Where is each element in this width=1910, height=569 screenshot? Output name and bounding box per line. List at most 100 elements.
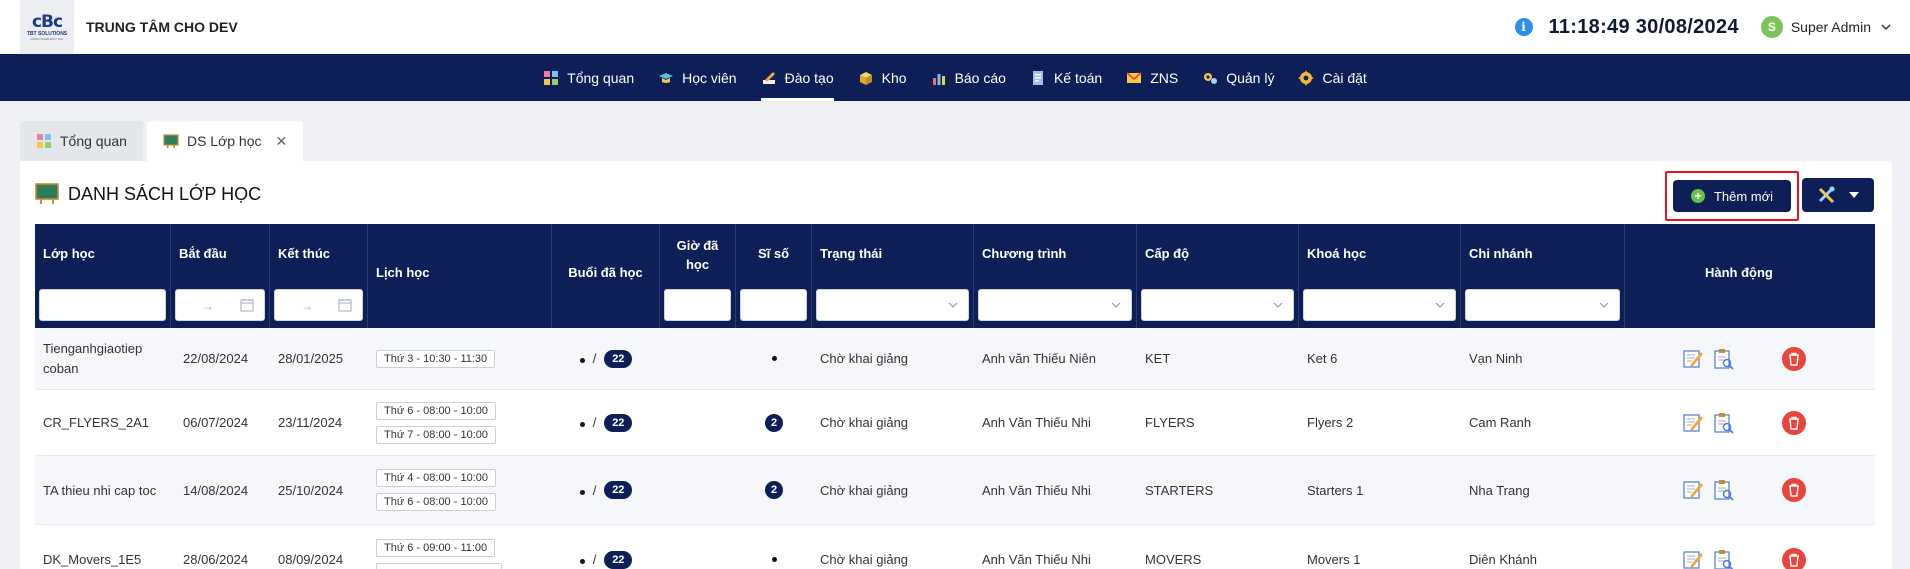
nav-label: Tổng quan: [567, 69, 635, 86]
nav-item-tong-quan[interactable]: Tổng quan: [531, 54, 646, 101]
empty-dot: [579, 489, 585, 495]
user-name[interactable]: Super Admin: [1791, 19, 1871, 35]
cell-hours: [660, 525, 736, 569]
sessions-done: [579, 351, 585, 366]
th-hanh-dong: Hành động: [1625, 224, 1875, 328]
filter-chuong-trinh-select[interactable]: [978, 289, 1132, 321]
th-cap-do: Cấp độ: [1137, 224, 1299, 328]
tab-tong-quan[interactable]: Tổng quan: [20, 121, 143, 161]
empty-dot: [579, 422, 585, 427]
filter-trang-thai-select[interactable]: [816, 289, 969, 321]
cell-status: Chờ khai giảng: [820, 482, 909, 498]
cell-program: Anh văn Thiếu Niên: [982, 351, 1096, 366]
clipboard-search-icon[interactable]: [1712, 549, 1734, 569]
nav-item-ke-toan[interactable]: Kế toán: [1018, 54, 1114, 101]
nav-label: Kế toán: [1053, 69, 1103, 86]
cell-schedule: Thứ 6 - 08:00 - 10:00 Thứ 7 - 08:00 - 10…: [368, 390, 552, 455]
sessions-done: [579, 415, 585, 430]
sessions-total-badge: 22: [604, 413, 633, 432]
caret-down-icon: [1849, 192, 1859, 198]
tab-bar: Tổng quan DS Lớp học ✕: [20, 121, 307, 161]
nav-item-dao-tao[interactable]: Đào tạo: [749, 54, 846, 101]
nav-item-zns[interactable]: ZNS: [1114, 54, 1190, 101]
pencil-book-icon: [762, 71, 775, 84]
cell-status: Chờ khai giảng: [820, 415, 909, 430]
chevron-down-icon[interactable]: [1880, 21, 1892, 33]
cell-class-name[interactable]: DK_Movers_1E5: [35, 525, 171, 569]
nav-item-quan-ly[interactable]: Quản lý: [1190, 54, 1286, 101]
cell-class-name[interactable]: Tienganhgiaotiep coban: [35, 328, 171, 389]
table-row[interactable]: DK_Movers_1E5 28/06/2024 08/09/2024 Thứ …: [35, 525, 1875, 569]
th-label: Bắt đầu: [179, 246, 227, 261]
th-label: Sĩ số: [757, 246, 790, 261]
cell-size: [736, 525, 812, 569]
chevron-down-icon: [1273, 302, 1283, 308]
page-title: DANH SÁCH LỚP HỌC: [35, 183, 261, 205]
gear-people-icon: [1204, 72, 1218, 84]
table-row[interactable]: Tienganhgiaotiep coban 22/08/2024 28/01/…: [35, 328, 1875, 390]
tab-label: DS Lớp học: [186, 133, 262, 149]
info-icon[interactable]: i: [1514, 18, 1533, 36]
box-icon: [859, 71, 872, 85]
tools-dropdown-button[interactable]: [1802, 178, 1874, 212]
filter-bat-dau-range[interactable]: →: [175, 289, 265, 321]
nav-label: ZNS: [1150, 69, 1179, 86]
plus-circle-icon: +: [1690, 189, 1705, 203]
cell-class-name[interactable]: TA thieu nhi cap toc: [35, 456, 171, 524]
th-khoa-hoc: Khoá học: [1299, 224, 1461, 328]
close-icon[interactable]: ✕: [276, 133, 288, 150]
logo[interactable]: cBc TBT SOLUTIONS CÔNG NGHỆ ĐÀO TẠO: [20, 0, 74, 54]
nav-item-kho[interactable]: Kho: [846, 54, 919, 101]
schedule-tag: Thứ 4 - 08:00 - 10:00: [376, 469, 496, 487]
cell-sessions: / 22: [552, 456, 660, 524]
cell-level: MOVERS: [1145, 552, 1202, 567]
delete-button[interactable]: [1782, 547, 1806, 569]
edit-icon[interactable]: [1682, 412, 1704, 434]
cell-size: 2: [736, 390, 812, 455]
filter-lop-hoc-input[interactable]: [39, 289, 166, 321]
add-new-button[interactable]: + Thêm mới: [1673, 180, 1791, 212]
table-header: Lớp học Bắt đầu → Kết thúc → Lịch học Bu…: [35, 224, 1875, 328]
cell-branch: Vạn Ninh: [1469, 351, 1523, 366]
filter-cap-do-select[interactable]: [1141, 289, 1294, 321]
cell-branch: Nha Trang: [1469, 482, 1530, 498]
chalkboard-icon: [35, 183, 59, 204]
cell-class-name[interactable]: CR_FLYERS_2A1: [35, 390, 171, 455]
class-table: Lớp học Bắt đầu → Kết thúc → Lịch học Bu…: [35, 224, 1875, 569]
edit-icon[interactable]: [1682, 348, 1704, 370]
th-label: Buổi đã học: [568, 265, 643, 280]
nav-item-cai-dat[interactable]: Cài đặt: [1286, 54, 1378, 101]
filter-gio-da-hoc-input[interactable]: [664, 289, 731, 321]
filter-si-so-input[interactable]: [740, 289, 807, 321]
delete-button[interactable]: [1782, 410, 1806, 435]
cell-sessions: / 22: [552, 328, 660, 389]
chevron-down-icon: [1435, 302, 1445, 308]
sessions-total-badge: 22: [604, 481, 633, 499]
calendar-icon: [240, 299, 254, 312]
trash-icon: [1789, 553, 1799, 567]
avatar[interactable]: S: [1760, 16, 1783, 38]
cell-start: 06/07/2024: [183, 415, 249, 430]
schedule-tag: Thứ 7 - 08:00 - 10:00: [376, 425, 496, 444]
tab-ds-lop-hoc[interactable]: DS Lớp học ✕: [146, 121, 304, 161]
edit-icon[interactable]: [1682, 479, 1704, 501]
table-row[interactable]: CR_FLYERS_2A1 06/07/2024 23/11/2024 Thứ …: [35, 390, 1875, 456]
clipboard-search-icon[interactable]: [1712, 412, 1734, 434]
delete-button[interactable]: [1782, 478, 1806, 502]
edit-icon[interactable]: [1682, 549, 1704, 569]
cell-level: STARTERS: [1145, 482, 1214, 498]
filter-chi-nhanh-select[interactable]: [1465, 289, 1620, 321]
cell-program: Anh Văn Thiếu Nhi: [982, 415, 1091, 430]
clipboard-search-icon[interactable]: [1712, 348, 1734, 370]
th-label: Kết thúc: [278, 246, 330, 261]
nav-item-bao-cao[interactable]: Báo cáo: [919, 54, 1018, 101]
table-row[interactable]: TA thieu nhi cap toc 14/08/2024 25/10/20…: [35, 456, 1875, 525]
filter-ket-thuc-range[interactable]: →: [274, 289, 363, 321]
empty-dot: [771, 356, 777, 361]
nav-item-hoc-vien[interactable]: Học viên: [646, 54, 748, 101]
th-chi-nhanh: Chi nhánh: [1461, 224, 1625, 328]
delete-button[interactable]: [1782, 346, 1806, 371]
filter-khoa-hoc-select[interactable]: [1303, 289, 1456, 321]
cell-status: Chờ khai giảng: [820, 351, 909, 366]
clipboard-search-icon[interactable]: [1712, 479, 1734, 501]
